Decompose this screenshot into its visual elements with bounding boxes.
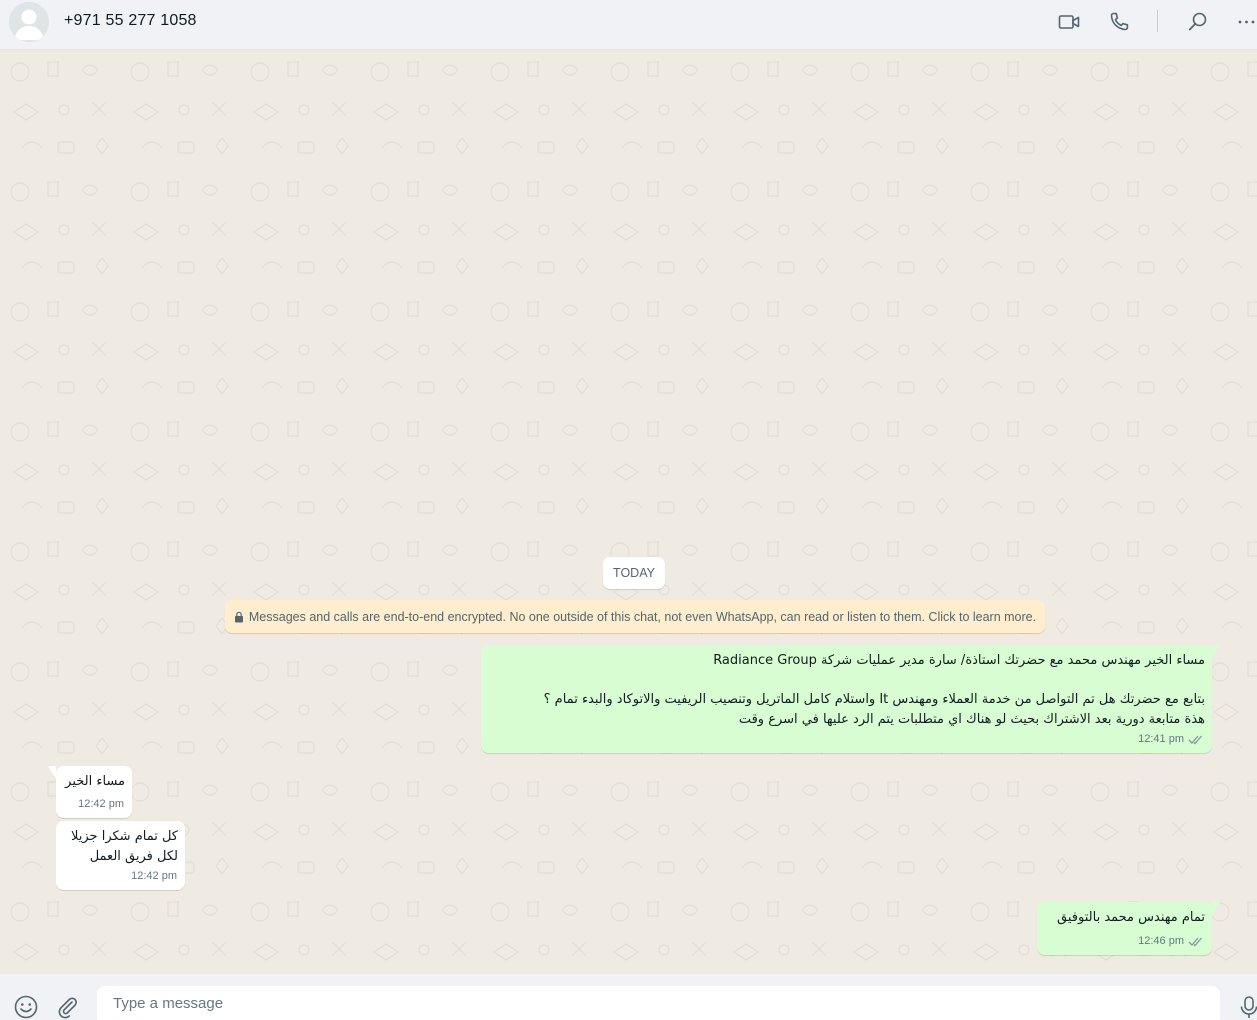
message-meta: 12:42 pm <box>131 867 177 887</box>
message-composer <box>0 974 1257 1020</box>
bubble-tail <box>1212 902 1220 915</box>
chat-wallpaper-pattern <box>0 50 1257 974</box>
message-input[interactable] <box>97 986 1220 1020</box>
message-meta: 12:42 pm <box>78 795 124 815</box>
chat-header: +971 55 277 1058 <box>0 0 1257 50</box>
menu-icon[interactable] <box>1236 10 1257 34</box>
message-bubble-incoming[interactable]: كل تمام شكرا جزيلا لكل فريق العمل 12:42 … <box>56 821 185 890</box>
header-divider <box>1157 10 1158 32</box>
lock-icon <box>234 611 243 622</box>
default-avatar-icon <box>9 2 49 42</box>
message-text: مساء الخير <box>65 774 125 789</box>
emoji-icon[interactable] <box>13 994 39 1020</box>
bubble-tail <box>1212 645 1220 658</box>
message-meta: 12:46 pm <box>1138 932 1204 952</box>
read-ticks-icon <box>1188 937 1202 947</box>
message-bubble-incoming[interactable]: مساء الخير 12:42 pm <box>48 766 132 818</box>
date-chip: TODAY <box>603 557 665 589</box>
message-meta: 12:41 pm <box>1138 730 1204 750</box>
video-call-icon[interactable] <box>1057 10 1081 34</box>
message-time: 12:41 pm <box>1138 732 1184 745</box>
message-text: كل تمام شكرا جزيلا لكل فريق العمل <box>70 829 178 864</box>
read-ticks-icon <box>1188 735 1202 745</box>
attach-icon[interactable] <box>54 994 80 1020</box>
message-time: 12:42 pm <box>78 797 124 810</box>
message-bubble-outgoing[interactable]: مساء الخير مهندس محمد مع حضرتك استاذة/ س… <box>481 645 1220 753</box>
encryption-notice[interactable]: Messages and calls are end-to-end encryp… <box>225 600 1045 633</box>
message-text: تمام مهندس محمد بالتوفيق <box>1057 910 1205 925</box>
voice-call-icon[interactable] <box>1107 10 1131 34</box>
microphone-icon[interactable] <box>1236 994 1257 1020</box>
encryption-notice-text: Messages and calls are end-to-end encryp… <box>248 609 1037 624</box>
chat-panel: TODAY Messages and calls are end-to-end … <box>0 50 1257 974</box>
message-time: 12:46 pm <box>1138 934 1184 947</box>
bubble-tail <box>48 766 56 779</box>
avatar[interactable] <box>9 2 49 42</box>
message-bubble-outgoing[interactable]: تمام مهندس محمد بالتوفيق 12:46 pm <box>1037 902 1220 955</box>
contact-name[interactable]: +971 55 277 1058 <box>64 12 197 30</box>
search-icon[interactable] <box>1186 10 1210 34</box>
message-time: 12:42 pm <box>131 869 177 882</box>
message-text: مساء الخير مهندس محمد مع حضرتك استاذة/ س… <box>543 653 1205 727</box>
